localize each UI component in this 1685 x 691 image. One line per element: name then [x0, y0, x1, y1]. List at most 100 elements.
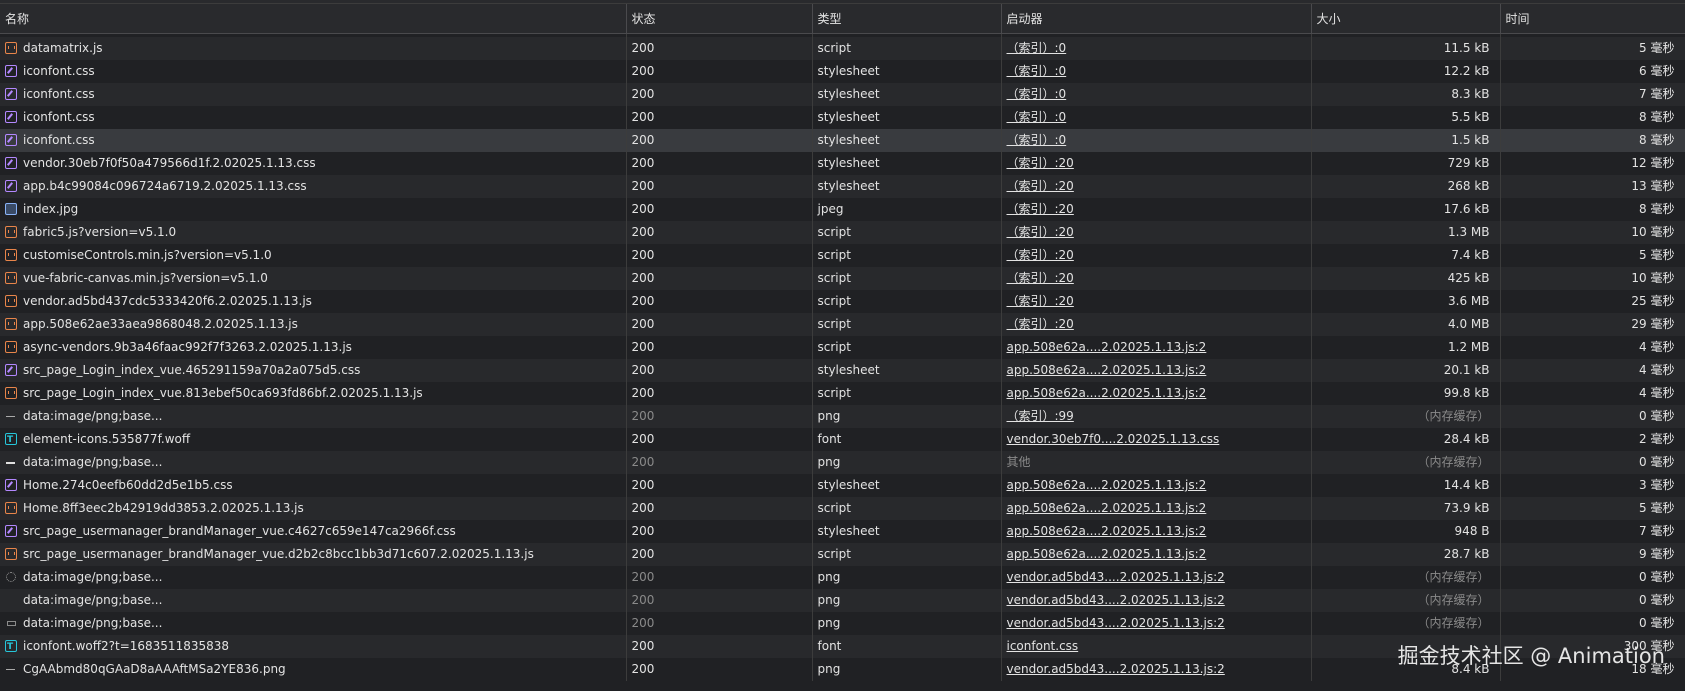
request-initiator-link[interactable]: （索引）:20	[1007, 271, 1074, 285]
request-type: font	[812, 428, 1002, 451]
request-type: png	[812, 405, 1002, 428]
request-name-cell[interactable]: data:image/png;base...	[0, 566, 627, 589]
request-row[interactable]: fabric5.js?version=v5.1.0 200 script （索引）:2…	[0, 221, 1685, 244]
request-initiator-link[interactable]: （索引）:0	[1007, 64, 1067, 78]
request-initiator-link[interactable]: vendor.ad5bd43....2.02025.1.13.js:2	[1007, 570, 1225, 584]
request-row[interactable]: customiseControls.min.js?version=v5.1.0 2…	[0, 244, 1685, 267]
request-row[interactable]: iconfont.css 200 stylesheet （索引）:0 1.5 kB 8 毫…	[0, 129, 1685, 152]
request-name-cell[interactable]: index.jpg	[0, 198, 627, 221]
request-initiator-cell: vendor.30eb7f0....2.02025.1.13.css	[1001, 428, 1312, 451]
request-name-cell[interactable]: customiseControls.min.js?version=v5.1.0	[0, 244, 627, 267]
column-header-size[interactable]: 大小	[1311, 4, 1501, 34]
request-initiator-link[interactable]: （索引）:20	[1007, 202, 1074, 216]
request-name-cell[interactable]: data:image/png;base...	[0, 451, 627, 474]
request-name-cell[interactable]: Home.274c0eefb60dd2d5e1b5.css	[0, 474, 627, 497]
column-header-type[interactable]: 类型	[812, 4, 1002, 34]
request-row[interactable]: app.508e62ae33aea9868048.2.02025.1.13.js…	[0, 313, 1685, 336]
request-initiator-link[interactable]: （索引）:20	[1007, 156, 1074, 170]
request-status: 200	[626, 175, 813, 198]
request-row[interactable]: vendor.ad5bd437cdc5333420f6.2.02025.1.13…	[0, 290, 1685, 313]
request-name-cell[interactable]: src_page_Login_index_vue.813ebef50ca693f…	[0, 382, 627, 405]
request-name-cell[interactable]: src_page_usermanager_brandManager_vue.d2…	[0, 543, 627, 566]
request-name-cell[interactable]: data:image/png;base...	[0, 612, 627, 635]
request-initiator-link[interactable]: app.508e62a....2.02025.1.13.js:2	[1007, 478, 1207, 492]
request-name-cell[interactable]: iconfont.css	[0, 129, 627, 152]
request-row[interactable]: data:image/png;base... 200 png vendor.ad5bd…	[0, 566, 1685, 589]
request-row[interactable]: iconfont.css 200 stylesheet （索引）:0 12.2 kB 6 …	[0, 60, 1685, 83]
request-time: 0 毫秒	[1500, 451, 1685, 474]
script-icon	[5, 249, 17, 261]
request-row[interactable]: iconfont.css 200 stylesheet （索引）:0 8.3 kB 7 毫…	[0, 83, 1685, 106]
request-row[interactable]: src_page_Login_index_vue.465291159a70a2a…	[0, 359, 1685, 382]
request-row[interactable]: datamatrix.js 200 script （索引）:0 11.5 kB 5 毫秒	[0, 37, 1685, 60]
column-header-time[interactable]: 时间	[1500, 4, 1685, 34]
request-name-cell[interactable]: iconfont.css	[0, 60, 627, 83]
request-row[interactable]: CgAAbmd80qGAaD8aAAAftMSa2YE836.png 200 png…	[0, 658, 1685, 681]
column-header-initiator[interactable]: 启动器	[1001, 4, 1312, 34]
request-name-cell[interactable]: async-vendors.9b3a46faac992f7f3263.2.020…	[0, 336, 627, 359]
request-initiator-link[interactable]: app.508e62a....2.02025.1.13.js:2	[1007, 501, 1207, 515]
request-initiator-link[interactable]: （索引）:0	[1007, 87, 1067, 101]
request-row[interactable]: async-vendors.9b3a46faac992f7f3263.2.020…	[0, 336, 1685, 359]
request-name-cell[interactable]: Home.8ff3eec2b42919dd3853.2.02025.1.13.j…	[0, 497, 627, 520]
request-name-cell[interactable]: fabric5.js?version=v5.1.0	[0, 221, 627, 244]
request-initiator-link[interactable]: （索引）:20	[1007, 179, 1074, 193]
request-row[interactable]: data:image/png;base... 200 png 其他 （内存缓存） 0 毫秒	[0, 451, 1685, 474]
request-name-cell[interactable]: src_page_usermanager_brandManager_vue.c4…	[0, 520, 627, 543]
request-initiator-link[interactable]: iconfont.css	[1007, 639, 1079, 653]
request-row[interactable]: src_page_Login_index_vue.813ebef50ca693f…	[0, 382, 1685, 405]
request-name-cell[interactable]: data:image/png;base...	[0, 405, 627, 428]
dash-bold-icon	[5, 456, 17, 468]
request-name-cell[interactable]: iconfont.css	[0, 83, 627, 106]
request-initiator-link[interactable]: vendor.ad5bd43....2.02025.1.13.js:2	[1007, 593, 1225, 607]
request-row[interactable]: Home.274c0eefb60dd2d5e1b5.css 200 styleshe…	[0, 474, 1685, 497]
request-initiator-link[interactable]: （索引）:20	[1007, 294, 1074, 308]
request-name-cell[interactable]: app.508e62ae33aea9868048.2.02025.1.13.js	[0, 313, 627, 336]
request-row[interactable]: iconfont.css 200 stylesheet （索引）:0 5.5 kB 8 毫…	[0, 106, 1685, 129]
request-row[interactable]: src_page_usermanager_brandManager_vue.d2…	[0, 543, 1685, 566]
request-row[interactable]: src_page_usermanager_brandManager_vue.c4…	[0, 520, 1685, 543]
request-initiator-link[interactable]: （索引）:20	[1007, 248, 1074, 262]
request-initiator-link[interactable]: （索引）:99	[1007, 409, 1074, 423]
request-initiator-link[interactable]: app.508e62a....2.02025.1.13.js:2	[1007, 547, 1207, 561]
request-row[interactable]: element-icons.535877f.woff 200font vendor.…	[0, 428, 1685, 451]
request-row[interactable]: iconfont.woff2?t=1683511835838 200fontico…	[0, 635, 1685, 658]
request-type: script	[812, 267, 1002, 290]
request-row[interactable]: data:image/png;base... 200 png vendor.ad5bd…	[0, 612, 1685, 635]
request-row[interactable]: index.jpg 200 jpeg （索引）:20 17.6 kB 8 毫秒	[0, 198, 1685, 221]
request-row[interactable]: Home.8ff3eec2b42919dd3853.2.02025.1.13.j…	[0, 497, 1685, 520]
request-name-cell[interactable]: element-icons.535877f.woff	[0, 428, 627, 451]
request-name-cell[interactable]: vendor.30eb7f0f50a479566d1f.2.02025.1.13…	[0, 152, 627, 175]
request-name-cell[interactable]: app.b4c99084c096724a6719.2.02025.1.13.cs…	[0, 175, 627, 198]
request-initiator-cell: （索引）:20	[1001, 175, 1312, 198]
request-initiator-link[interactable]: （索引）:20	[1007, 225, 1074, 239]
request-name-cell[interactable]: data:image/png;base...	[0, 589, 627, 612]
request-initiator-link[interactable]: vendor.30eb7f0....2.02025.1.13.css	[1007, 432, 1220, 446]
request-initiator-link[interactable]: （索引）:0	[1007, 41, 1067, 55]
request-initiator-link[interactable]: app.508e62a....2.02025.1.13.js:2	[1007, 386, 1207, 400]
request-name-cell[interactable]: CgAAbmd80qGAaD8aAAAftMSa2YE836.png	[0, 658, 627, 681]
request-initiator-link[interactable]: app.508e62a....2.02025.1.13.js:2	[1007, 340, 1207, 354]
request-name-cell[interactable]: vue-fabric-canvas.min.js?version=v5.1.0	[0, 267, 627, 290]
request-name-cell[interactable]: src_page_Login_index_vue.465291159a70a2a…	[0, 359, 627, 382]
request-initiator-link[interactable]: app.508e62a....2.02025.1.13.js:2	[1007, 524, 1207, 538]
request-row[interactable]: vue-fabric-canvas.min.js?version=v5.1.0 2…	[0, 267, 1685, 290]
request-type: stylesheet	[812, 474, 1002, 497]
request-size: 5.5 kB	[1311, 106, 1501, 129]
request-row[interactable]: data:image/png;base... 200 png vendor.ad5bd…	[0, 589, 1685, 612]
request-initiator-link[interactable]: vendor.ad5bd43....2.02025.1.13.js:2	[1007, 616, 1225, 630]
request-row[interactable]: data:image/png;base... 200 png （索引）:99 （内存缓存…	[0, 405, 1685, 428]
request-row[interactable]: app.b4c99084c096724a6719.2.02025.1.13.cs…	[0, 175, 1685, 198]
column-header-name[interactable]: 名称	[0, 4, 627, 34]
column-header-status[interactable]: 状态	[626, 4, 813, 34]
request-name-cell[interactable]: iconfont.css	[0, 106, 627, 129]
request-initiator-link[interactable]: （索引）:0	[1007, 133, 1067, 147]
request-name-cell[interactable]: datamatrix.js	[0, 37, 627, 60]
request-initiator-link[interactable]: vendor.ad5bd43....2.02025.1.13.js:2	[1007, 662, 1225, 676]
request-initiator-link[interactable]: app.508e62a....2.02025.1.13.js:2	[1007, 363, 1207, 377]
request-name-cell[interactable]: iconfont.woff2?t=1683511835838	[0, 635, 627, 658]
request-initiator-link[interactable]: （索引）:20	[1007, 317, 1074, 331]
request-row[interactable]: vendor.30eb7f0f50a479566d1f.2.02025.1.13…	[0, 152, 1685, 175]
request-initiator-link[interactable]: （索引）:0	[1007, 110, 1067, 124]
request-name-cell[interactable]: vendor.ad5bd437cdc5333420f6.2.02025.1.13…	[0, 290, 627, 313]
